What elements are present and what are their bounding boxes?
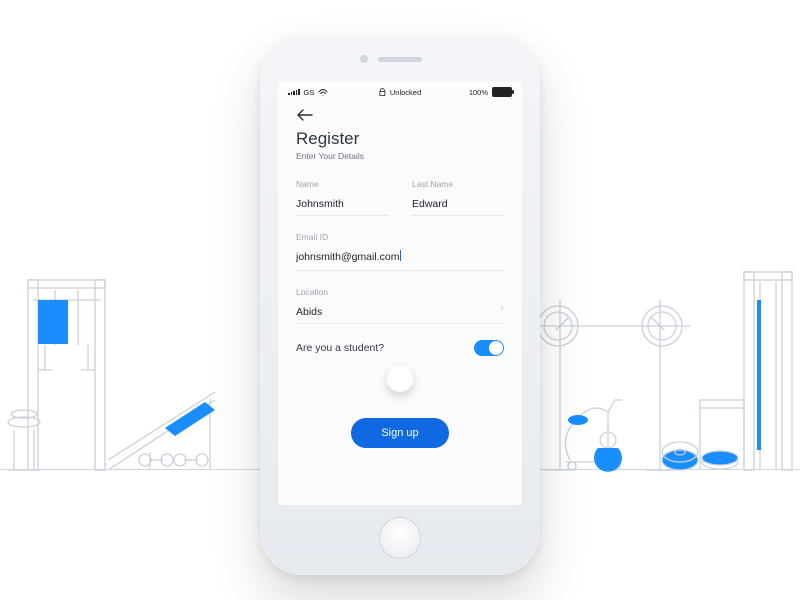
lastname-input[interactable] (412, 198, 504, 216)
student-toggle[interactable] (474, 340, 504, 356)
signup-button[interactable]: Sign up (351, 418, 448, 448)
email-input[interactable]: johnsmith@gmail.com (296, 251, 399, 268)
home-button[interactable] (379, 517, 421, 559)
carrier-label: GS (304, 88, 315, 97)
lock-label: Unlocked (390, 88, 421, 97)
name-label: Name (296, 179, 388, 189)
field-name: Name (296, 179, 388, 216)
page-subtitle: Enter Your Details (296, 151, 504, 161)
field-location[interactable]: Location › (296, 287, 504, 324)
location-label: Location (296, 287, 504, 297)
battery-icon (492, 87, 512, 97)
chevron-right-icon: › (501, 303, 504, 314)
field-email: Email ID johnsmith@gmail.com (296, 232, 504, 271)
page-title: Register (296, 129, 504, 149)
field-lastname: Last Name (412, 179, 504, 216)
phone-camera (360, 55, 368, 63)
phone-frame: GS Unlocked 100% Register Enter Your Det… (260, 35, 540, 575)
loading-knob (387, 366, 413, 392)
text-cursor (400, 250, 401, 261)
screen: GS Unlocked 100% Register Enter Your Det… (278, 81, 522, 505)
lock-icon (379, 88, 386, 96)
lastname-label: Last Name (412, 179, 504, 189)
location-input[interactable] (296, 306, 504, 324)
status-bar: GS Unlocked 100% (278, 81, 522, 99)
email-label: Email ID (296, 232, 504, 242)
student-question: Are you a student? (296, 342, 384, 354)
back-button[interactable] (296, 109, 504, 125)
name-input[interactable] (296, 198, 388, 216)
phone-speaker (378, 57, 422, 62)
battery-pct: 100% (469, 88, 488, 97)
signal-icon (288, 89, 300, 95)
wifi-icon (318, 88, 328, 96)
student-row: Are you a student? (296, 340, 504, 356)
arrow-left-icon (296, 109, 314, 121)
